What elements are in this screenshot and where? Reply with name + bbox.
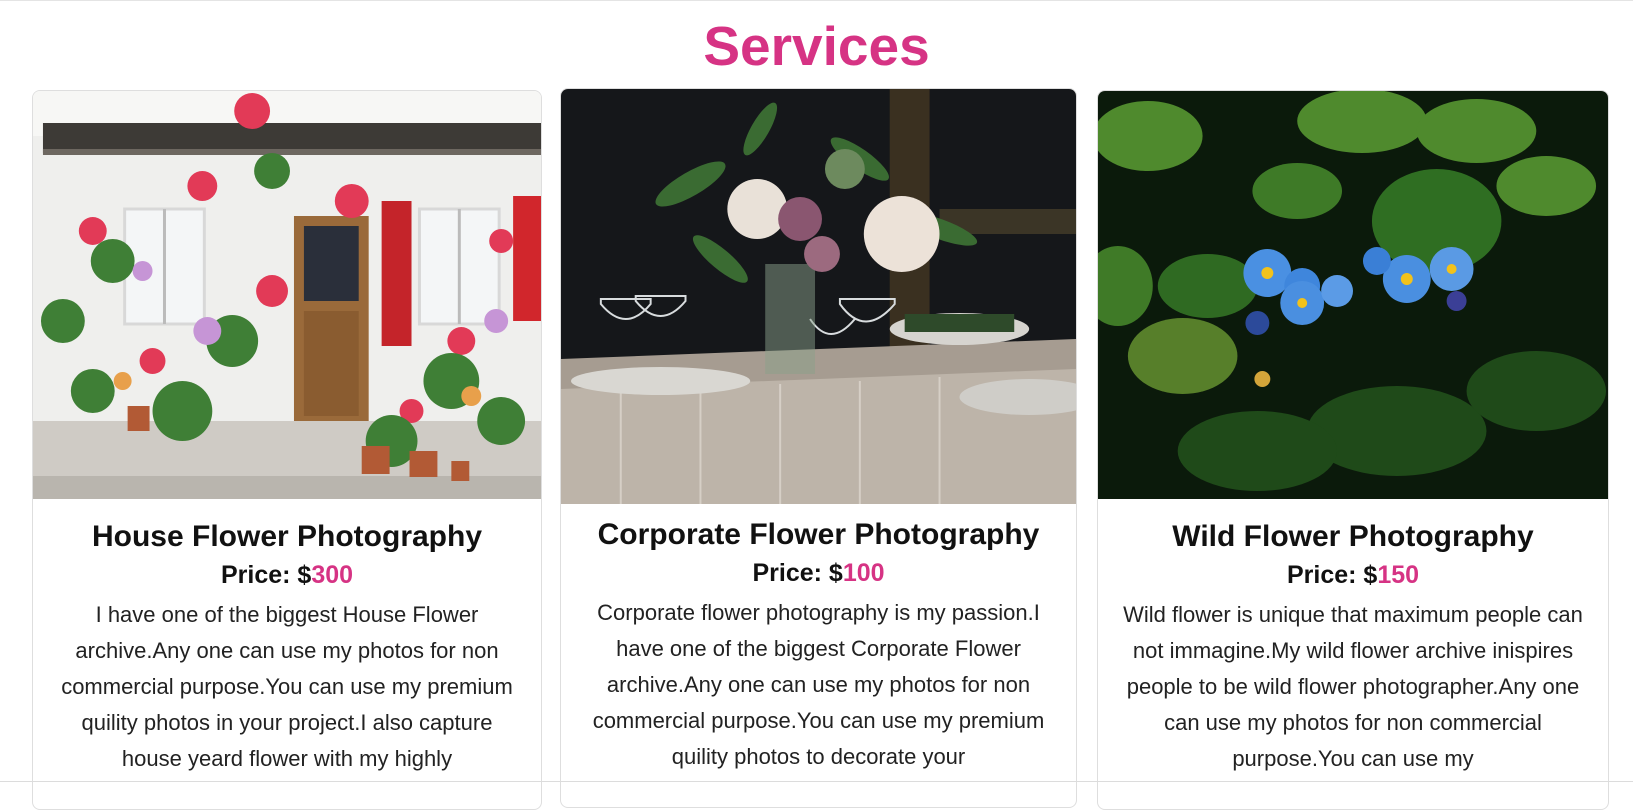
house-flower-image [33,91,541,499]
top-divider [0,0,1633,1]
price-label: Price: $ [1286,561,1378,589]
card-description: I have one of the biggest House Flower a… [61,602,513,771]
card-price: Price: $100 [561,557,1076,589]
price-amount: 150 [1377,561,1420,589]
card-title: House Flower Photography [91,520,483,553]
bottom-divider [0,781,1633,782]
card-title: Corporate Flower Photography [597,518,1040,551]
section-title: Services [703,15,930,77]
price-amount: 300 [311,561,354,589]
service-card-house: House Flower Photography Price: $300 I h… [32,90,542,810]
card-description: Wild flower is unique that maximum peopl… [1123,602,1583,771]
wild-flower-image [1098,91,1608,499]
card-title: Wild Flower Photography [1172,520,1534,553]
price-label: Price: $ [752,559,843,587]
card-price: Price: $300 [33,559,541,591]
price-amount: 100 [842,559,885,587]
service-card-wild: Wild Flower Photography Price: $150 Wild… [1097,90,1609,810]
card-price: Price: $150 [1098,559,1608,591]
card-description: Corporate flower photography is my passi… [592,600,1045,769]
price-label: Price: $ [220,561,312,589]
corporate-flower-image [561,89,1076,504]
service-card-corporate: Corporate Flower Photography Price: $100… [560,88,1077,808]
